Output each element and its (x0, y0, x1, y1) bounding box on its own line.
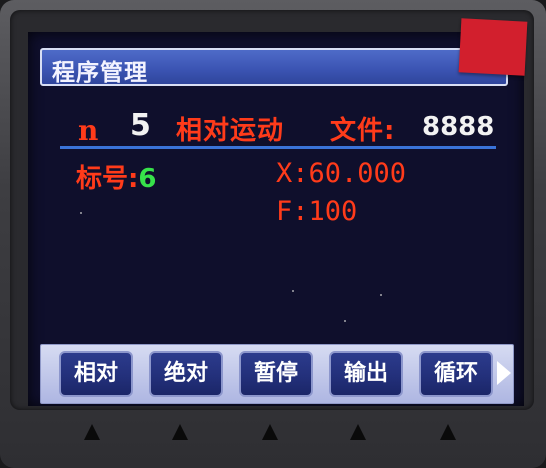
hardware-button-5-icon[interactable] (440, 424, 456, 440)
softkey-bar: 相对 绝对 暂停 输出 循环 (40, 344, 514, 404)
hardware-button-2-icon[interactable] (172, 424, 188, 440)
screen-speck (380, 294, 382, 296)
program-step-label: n (78, 114, 99, 147)
red-tape-sticker (458, 18, 528, 76)
softkey-loop[interactable]: 循环 (419, 351, 493, 397)
file-number: 8888 (422, 112, 495, 142)
feed-rate: F:100 (276, 196, 358, 227)
hardware-button-3-icon[interactable] (262, 424, 278, 440)
screen-speck (344, 320, 346, 322)
hardware-button-4-icon[interactable] (350, 424, 366, 440)
x-coordinate: X:60.000 (276, 158, 407, 189)
status-row: n 5 相对运动 文件: 8888 (40, 106, 500, 147)
label-value: 6 (138, 164, 157, 194)
program-step-value: 5 (130, 108, 151, 143)
softkey-pause[interactable]: 暂停 (239, 351, 313, 397)
header-divider (60, 146, 496, 149)
file-label: 文件: (330, 116, 396, 146)
softkey-absolute[interactable]: 绝对 (149, 351, 223, 397)
page-title: 程序管理 (52, 60, 148, 86)
screen-speck (80, 212, 82, 214)
motion-mode: 相对运动 (176, 116, 285, 146)
device-bezel: 程序管理 n 5 相对运动 文件: 8888 标号:6 X:60.000 F:1… (0, 0, 546, 468)
label-row: 标号:6 (76, 158, 157, 195)
hardware-button-1-icon[interactable] (84, 424, 100, 440)
softkey-output[interactable]: 输出 (329, 351, 403, 397)
title-bar: 程序管理 (40, 48, 508, 86)
softkey-relative[interactable]: 相对 (59, 351, 133, 397)
screen-speck (292, 290, 294, 292)
triangle-right-icon[interactable] (497, 361, 511, 385)
label-prefix: 标号: (76, 164, 139, 194)
